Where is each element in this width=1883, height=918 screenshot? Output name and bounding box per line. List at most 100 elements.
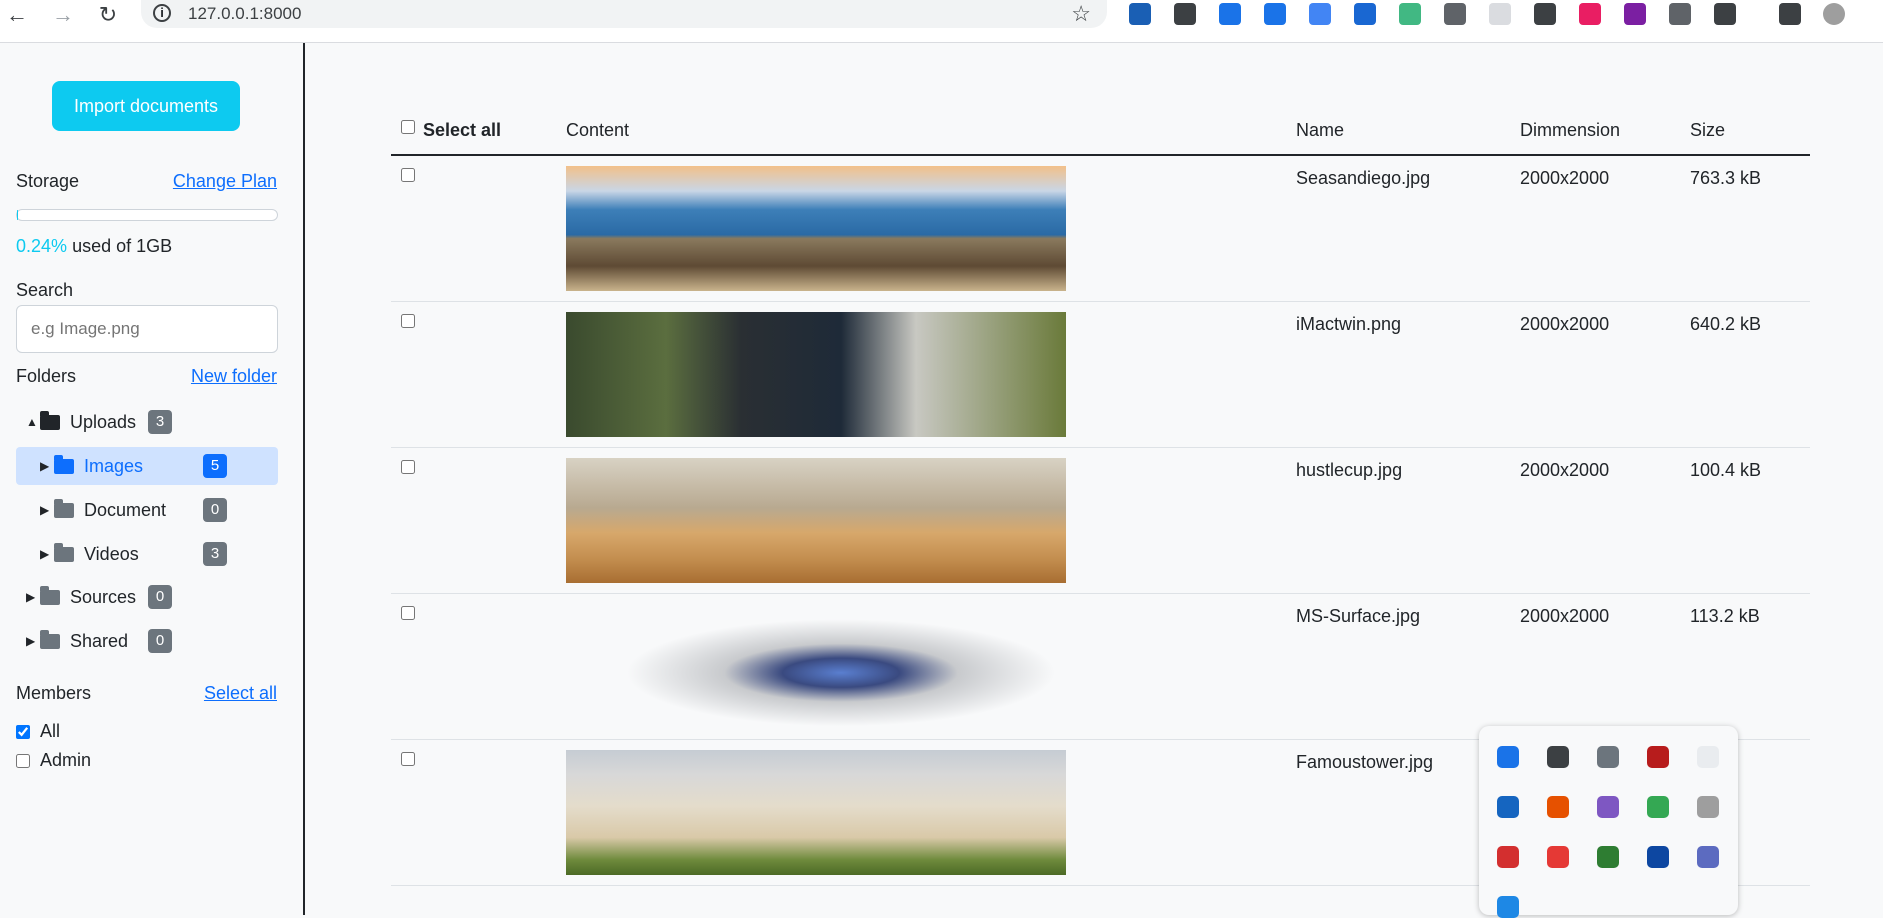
- row-checkbox[interactable]: [401, 752, 415, 766]
- table-row[interactable]: MS-Surface.jpg 2000x2000 113.2 kB: [391, 594, 1810, 740]
- image-thumbnail[interactable]: [566, 458, 1066, 583]
- teams-icon[interactable]: [1697, 846, 1719, 868]
- caret-right-icon[interactable]: ▶: [40, 547, 54, 561]
- browser-extension-icon[interactable]: [1624, 3, 1646, 25]
- caret-right-icon[interactable]: ▶: [40, 503, 54, 517]
- row-checkbox[interactable]: [401, 460, 415, 474]
- browser-extension-icon[interactable]: [1489, 3, 1511, 25]
- image-thumbnail[interactable]: [566, 312, 1066, 437]
- row-checkbox[interactable]: [401, 314, 415, 328]
- caret-right-icon[interactable]: ▶: [26, 590, 40, 604]
- row-checkbox[interactable]: [401, 606, 415, 620]
- storage-used-suffix: used of 1GB: [72, 236, 173, 256]
- member-all-checkbox[interactable]: [16, 724, 30, 739]
- folders-label: Folders: [16, 366, 77, 386]
- file-name: MS-Surface.jpg: [1296, 606, 1421, 626]
- vivaldi-icon[interactable]: [1547, 746, 1569, 768]
- content-header: Content: [566, 120, 630, 140]
- name-header: Name: [1296, 120, 1345, 140]
- table-row[interactable]: hustlecup.jpg 2000x2000 100.4 kB: [391, 448, 1810, 594]
- table-row[interactable]: iMactwin.png 2000x2000 640.2 kB: [391, 302, 1810, 448]
- folder-icon: [54, 498, 74, 518]
- browser-extension-icon[interactable]: [1669, 3, 1691, 25]
- folder-count-badge: 0: [203, 498, 227, 522]
- member-admin[interactable]: Admin: [16, 750, 91, 771]
- url-text[interactable]: 127.0.0.1:8000: [188, 4, 301, 24]
- change-plan-link[interactable]: Change Plan: [173, 171, 277, 192]
- stop-icon[interactable]: [1497, 846, 1519, 868]
- file-size: 113.2 kB: [1690, 606, 1760, 626]
- chrome-icon[interactable]: [1647, 796, 1669, 818]
- forward-icon[interactable]: →: [50, 2, 76, 28]
- browser-extension-icon[interactable]: [1444, 3, 1466, 25]
- folder-document[interactable]: ▶ Document 0: [40, 491, 270, 529]
- folder-icon: [40, 585, 60, 605]
- bookmark-star-icon[interactable]: ☆: [1071, 1, 1091, 27]
- folder-label: Shared: [70, 630, 129, 651]
- file-name: iMactwin.png: [1296, 314, 1402, 334]
- browser-extension-icon[interactable]: [1174, 3, 1196, 25]
- members-select-all-link[interactable]: Select all: [204, 683, 277, 704]
- media-icon[interactable]: [1647, 746, 1669, 768]
- members-label: Members: [16, 683, 92, 703]
- import-documents-button[interactable]: Import documents: [52, 81, 240, 131]
- folder-sources[interactable]: ▶ Sources 0: [26, 578, 276, 616]
- storage-progress-bar: [16, 209, 278, 221]
- back-icon[interactable]: ←: [4, 2, 30, 28]
- file-size: 100.4 kB: [1690, 460, 1762, 480]
- browser-extension-icon[interactable]: [1219, 3, 1241, 25]
- folder-uploads[interactable]: ▲ Uploads 3: [26, 403, 276, 441]
- folder-icon: [40, 410, 60, 430]
- caret-right-icon[interactable]: ▶: [26, 634, 40, 648]
- select-all-checkbox[interactable]: [401, 120, 415, 134]
- folder-videos[interactable]: ▶ Videos 3: [40, 535, 270, 573]
- folder-count-badge: 3: [203, 542, 227, 566]
- table-row[interactable]: Seasandiego.jpg 2000x2000 763.3 kB: [391, 156, 1810, 302]
- browser-extension-icon[interactable]: [1129, 3, 1151, 25]
- image-thumbnail[interactable]: [566, 604, 1066, 729]
- xampp-icon[interactable]: [1547, 796, 1569, 818]
- reload-icon[interactable]: ↻: [95, 2, 121, 28]
- select-all-header[interactable]: Select all: [423, 120, 501, 141]
- member-admin-checkbox[interactable]: [16, 753, 30, 768]
- site-info-icon[interactable]: i: [153, 4, 171, 22]
- file-dimension: 2000x2000: [1520, 314, 1610, 334]
- browser-extension-icon[interactable]: [1264, 3, 1286, 25]
- row-checkbox[interactable]: [401, 168, 415, 182]
- file-dimension: 2000x2000: [1520, 606, 1610, 626]
- browser-extension-icon[interactable]: [1309, 3, 1331, 25]
- cloud-icon[interactable]: [1697, 796, 1719, 818]
- folder-shared[interactable]: ▶ Shared 0: [26, 622, 276, 660]
- storage-used-percent: 0.24%: [16, 236, 68, 256]
- browser-extension-icon[interactable]: [1354, 3, 1376, 25]
- browser-extension-icon[interactable]: [1399, 3, 1421, 25]
- storage-progress-fill: [17, 210, 18, 220]
- blank-icon[interactable]: [1697, 746, 1719, 768]
- browser-extension-icon[interactable]: [1534, 3, 1556, 25]
- image-thumbnail[interactable]: [566, 750, 1066, 875]
- image-thumbnail[interactable]: [566, 166, 1066, 291]
- browser-extension-icon[interactable]: [1823, 3, 1845, 25]
- feather-icon[interactable]: [1597, 796, 1619, 818]
- slack-icon[interactable]: [1597, 746, 1619, 768]
- address-bar[interactable]: i 127.0.0.1:8000 ☆: [141, 0, 1107, 28]
- teamviewer-icon[interactable]: [1647, 846, 1669, 868]
- folder-images[interactable]: ▶ Images 5: [16, 447, 278, 485]
- shield-icon[interactable]: [1497, 796, 1519, 818]
- signal-icon[interactable]: [1597, 846, 1619, 868]
- browser-extension-icon[interactable]: [1714, 3, 1736, 25]
- anydesk-icon[interactable]: [1547, 846, 1569, 868]
- caret-up-icon[interactable]: ▲: [26, 415, 40, 429]
- browser-extension-icon[interactable]: [1579, 3, 1601, 25]
- browser-extension-icon[interactable]: [1779, 3, 1801, 25]
- zoho-icon[interactable]: [1497, 746, 1519, 768]
- folder-count-badge: 0: [148, 585, 172, 609]
- dimension-header: Dimmension: [1520, 120, 1621, 140]
- folder-count-badge: 0: [148, 629, 172, 653]
- member-all[interactable]: All: [16, 721, 60, 742]
- new-folder-link[interactable]: New folder: [191, 366, 277, 387]
- file-size: 640.2 kB: [1690, 314, 1762, 334]
- search-input[interactable]: [16, 305, 278, 353]
- folder-label: Images: [84, 455, 144, 476]
- caret-right-icon[interactable]: ▶: [40, 459, 54, 473]
